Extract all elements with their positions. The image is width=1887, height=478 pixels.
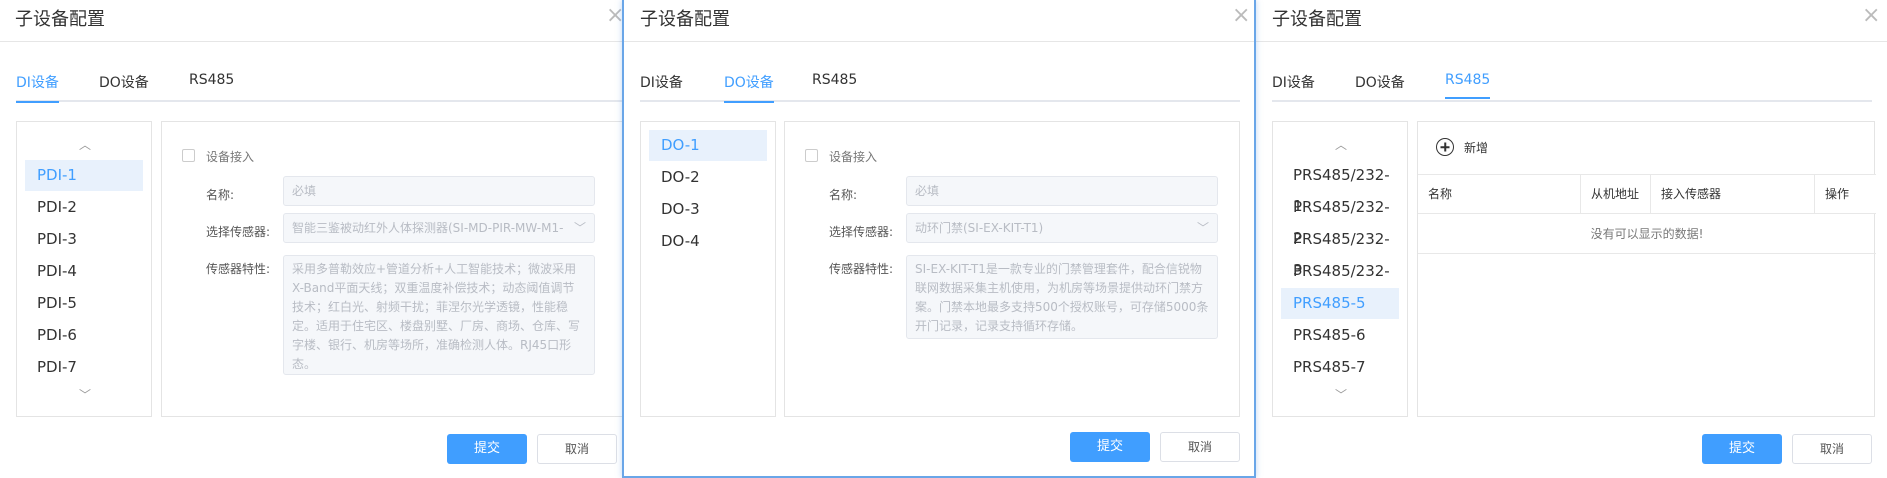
list-item[interactable]: PDI-6 (25, 320, 143, 351)
sensor-label: 选择传感器: (829, 225, 894, 239)
device-tabs: DI设备 DO设备 RS485 (16, 62, 622, 103)
submit-button[interactable]: 提交 (1070, 432, 1150, 462)
header-divider (0, 41, 622, 42)
list-item[interactable]: PRS485-7 (1281, 352, 1399, 383)
list-item[interactable]: PDI-7 (25, 352, 143, 383)
list-item[interactable]: PRS485/232-1 (1281, 160, 1399, 215)
list-item[interactable]: DO-3 (649, 194, 767, 225)
name-input[interactable]: 必填 (283, 176, 595, 206)
tab-do[interactable]: DO设备 (724, 72, 774, 103)
table-empty-message: 没有可以显示的数据! (1418, 214, 1876, 254)
dialog-title: 子设备配置 (640, 9, 730, 30)
dialog-title: 子设备配置 (15, 9, 105, 30)
header-divider (1256, 41, 1887, 42)
list-item[interactable]: DO-4 (649, 226, 767, 257)
name-label: 名称: (829, 188, 858, 202)
close-icon[interactable]: × (1232, 3, 1250, 28)
name-label: 名称: (206, 188, 235, 202)
list-item[interactable]: PRS485-5 (1281, 288, 1399, 319)
header-divider (624, 41, 1254, 42)
device-list: ︿ PDI-1 PDI-2 PDI-3 PDI-4 PDI-5 PDI-6 PD… (16, 121, 152, 417)
chevron-down-icon: ﹀ (1196, 221, 1209, 235)
list-item[interactable]: PDI-1 (25, 160, 143, 191)
feature-label: 传感器特性: (206, 262, 271, 276)
chevron-down-icon[interactable]: ﹀ (79, 386, 91, 403)
tab-rs485[interactable]: RS485 (1445, 72, 1491, 99)
add-label: 新增 (1464, 140, 1489, 155)
tab-di[interactable]: DI设备 (640, 72, 683, 92)
list-item[interactable]: PRS485-6 (1281, 320, 1399, 351)
tab-di[interactable]: DI设备 (16, 72, 59, 103)
chevron-down-icon[interactable]: ﹀ (1335, 386, 1347, 403)
list-item[interactable]: DO-2 (649, 162, 767, 193)
close-icon[interactable]: × (606, 3, 622, 28)
column-header-sensor: 接入传感器 (1651, 175, 1815, 213)
sensor-label: 选择传感器: (206, 225, 271, 239)
feature-label: 传感器特性: (829, 262, 894, 276)
name-input[interactable]: 必填 (906, 176, 1218, 206)
device-form: 设备接入 名称: 必填 选择传感器: 智能三鉴被动红外人体探测器(SI-MD-P… (161, 121, 622, 417)
device-form: 设备接入 名称: 必填 选择传感器: 动环门禁(SI-EX-KIT-T1) ﹀ … (784, 121, 1240, 417)
close-icon[interactable]: × (1862, 3, 1880, 28)
tab-do[interactable]: DO设备 (99, 72, 149, 92)
rs485-panel: 新增 名称 从机地址 接入传感器 操作 没有可以显示的数据! (1417, 121, 1876, 417)
tab-di[interactable]: DI设备 (1272, 72, 1315, 92)
list-item[interactable]: PRS485/232-2 (1281, 192, 1399, 247)
sensor-select[interactable]: 动环门禁(SI-EX-KIT-T1) ﹀ (906, 213, 1218, 243)
device-list: ︿ PRS485/232-1 PRS485/232-2 PRS485/232-3… (1272, 121, 1408, 417)
sub-device-dialog-do: 子设备配置 × DI设备 DO设备 RS485 DO-1 DO-2 DO-3 D… (622, 0, 1256, 478)
cancel-button[interactable]: 取消 (1160, 432, 1240, 462)
chevron-up-icon[interactable]: ︿ (79, 136, 91, 153)
device-list: DO-1 DO-2 DO-3 DO-4 (640, 121, 776, 417)
dialog-title: 子设备配置 (1272, 9, 1362, 30)
list-item[interactable]: PRS485/232-4 (1281, 256, 1399, 311)
chevron-down-icon: ﹀ (573, 221, 586, 235)
list-item[interactable]: PRS485/232-3 (1281, 224, 1399, 279)
device-tabs: DI设备 DO设备 RS485 (1272, 62, 1872, 102)
submit-button[interactable]: 提交 (447, 434, 527, 464)
list-item[interactable]: DO-1 (649, 130, 767, 161)
sub-device-dialog-di: 子设备配置 × DI设备 DO设备 RS485 ︿ PDI-1 PDI-2 PD… (0, 0, 622, 478)
tab-rs485[interactable]: RS485 (812, 72, 857, 88)
feature-textarea[interactable]: SI-EX-KIT-T1是一款专业的门禁管理套件，配合信锐物联网数据采集主机使用… (906, 255, 1218, 339)
plus-circle-icon (1436, 138, 1454, 156)
cancel-button[interactable]: 取消 (1792, 434, 1872, 464)
column-header-slave-address: 从机地址 (1581, 175, 1651, 213)
sensor-select-value: 动环门禁(SI-EX-KIT-T1) (915, 221, 1044, 235)
submit-button[interactable]: 提交 (1702, 434, 1782, 464)
tab-do[interactable]: DO设备 (1355, 72, 1405, 92)
column-header-actions: 操作 (1825, 187, 1850, 201)
list-item[interactable]: PDI-4 (25, 256, 143, 287)
feature-textarea[interactable]: 采用多普勒效应+管道分析+人工智能技术；微波采用X-Band平面天线；双重温度补… (283, 255, 595, 375)
add-button[interactable]: 新增 (1436, 138, 1488, 156)
enable-label: 设备接入 (206, 150, 255, 164)
sensor-select-value: 智能三鉴被动红外人体探测器(SI-MD-PIR-MW-M1- (292, 221, 564, 235)
list-item[interactable]: PDI-5 (25, 288, 143, 319)
table-header: 名称 从机地址 接入传感器 操作 (1418, 174, 1876, 214)
list-item[interactable]: PDI-3 (25, 224, 143, 255)
list-item[interactable]: PDI-2 (25, 192, 143, 223)
cancel-button[interactable]: 取消 (537, 434, 617, 464)
column-header-name: 名称 (1418, 175, 1581, 213)
enable-label: 设备接入 (829, 150, 878, 164)
enable-checkbox[interactable] (182, 149, 195, 162)
sensor-select[interactable]: 智能三鉴被动红外人体探测器(SI-MD-PIR-MW-M1- ﹀ (283, 213, 595, 243)
enable-checkbox[interactable] (805, 149, 818, 162)
tab-rs485[interactable]: RS485 (189, 72, 234, 88)
device-tabs: DI设备 DO设备 RS485 (640, 62, 1240, 103)
sub-device-dialog-rs485: 子设备配置 × DI设备 DO设备 RS485 ︿ PRS485/232-1 P… (1256, 0, 1887, 478)
chevron-up-icon[interactable]: ︿ (1335, 136, 1347, 153)
